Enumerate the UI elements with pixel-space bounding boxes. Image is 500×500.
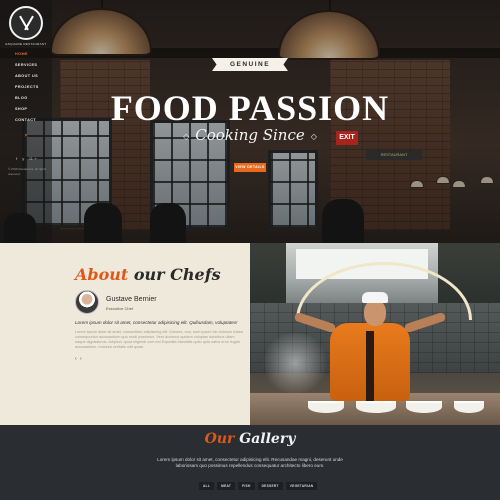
- chef-jacket: [330, 323, 410, 401]
- logo-text: ESQUARE RESTAURANT: [5, 42, 47, 46]
- filter-meat[interactable]: MEAT: [217, 482, 236, 490]
- about-title-rest: our Chefs: [133, 265, 221, 284]
- nav-item-home[interactable]: HOME: [15, 49, 39, 60]
- hero-ribbon: GENUINE: [212, 58, 288, 71]
- restaurant-board: RESTAURANT: [366, 150, 422, 160]
- slider-arrows[interactable]: ‹ ›: [75, 356, 83, 362]
- nav-item-projects[interactable]: PROJECTS: [15, 82, 39, 93]
- filter-dessert[interactable]: DESSERT: [257, 482, 283, 490]
- chef-head: [364, 300, 386, 326]
- sidebar-nav: HOME SERVICES ABOUT US PROJECTS BLOG SHO…: [15, 49, 39, 126]
- view-details-button[interactable]: VIEW DETAILS: [234, 163, 266, 172]
- social-icons[interactable]: f y G+: [16, 156, 39, 161]
- about-lead: Lorem ipsum dolor sit amet, consectetur …: [75, 320, 238, 325]
- diamond-icon: ◇: [310, 131, 317, 141]
- chef-avatar: [75, 290, 99, 314]
- sidebar-footer: © 2016 Restaurant, all rights reserved: [8, 167, 47, 176]
- gallery-title: Our Gallery: [0, 431, 500, 447]
- about-body: Lorem ipsum dolor sit amet, consectetur …: [75, 330, 243, 349]
- about-title-accent: About: [75, 265, 129, 284]
- diamond-icon: ◇: [183, 131, 190, 141]
- nav-item-blog[interactable]: BLOG: [15, 93, 39, 104]
- chef-role: Executive Chef: [106, 306, 133, 311]
- filter-fish[interactable]: FISH: [238, 482, 255, 490]
- sidebar: ESQUARE RESTAURANT HOME SERVICES ABOUT U…: [0, 0, 52, 243]
- nav-item-about[interactable]: ABOUT US: [15, 71, 39, 82]
- gallery-description: Lorem ipsum dolor sit amet, consectetur …: [157, 457, 343, 468]
- bowl: [356, 401, 396, 413]
- gallery-title-rest: Gallery: [239, 431, 296, 447]
- chef-name: Gustave Bernier: [106, 296, 157, 303]
- filter-all[interactable]: ALL: [199, 482, 215, 490]
- gallery-title-accent: Our: [204, 431, 235, 447]
- hero-subtitle: ◇ Cooking Since ◇: [0, 126, 500, 144]
- nav-item-contact[interactable]: CONTACT: [15, 115, 39, 126]
- hero-subtitle-text: Cooking Since: [195, 126, 305, 144]
- expand-icon[interactable]: ✕: [24, 133, 28, 139]
- filter-vegetarian[interactable]: VEGETARIAN: [285, 482, 318, 490]
- gallery-filters: ALL MEAT FISH DESSERT VEGETARIAN: [199, 482, 318, 490]
- about-title: About our Chefs: [75, 265, 221, 284]
- bowl: [308, 401, 344, 413]
- steam: [260, 333, 330, 393]
- hero-title: FOOD PASSION: [110, 88, 390, 128]
- chef-cap: [362, 292, 388, 303]
- nav-item-services[interactable]: SERVICES: [15, 60, 39, 71]
- bowl: [406, 401, 442, 413]
- nav-item-shop[interactable]: SHOP: [15, 104, 39, 115]
- restaurant-logo[interactable]: [9, 6, 43, 40]
- hero-banner: EXIT RESTAURANT GENUINE FOOD PASSION ◇ Co…: [0, 0, 500, 243]
- bowl: [454, 401, 484, 413]
